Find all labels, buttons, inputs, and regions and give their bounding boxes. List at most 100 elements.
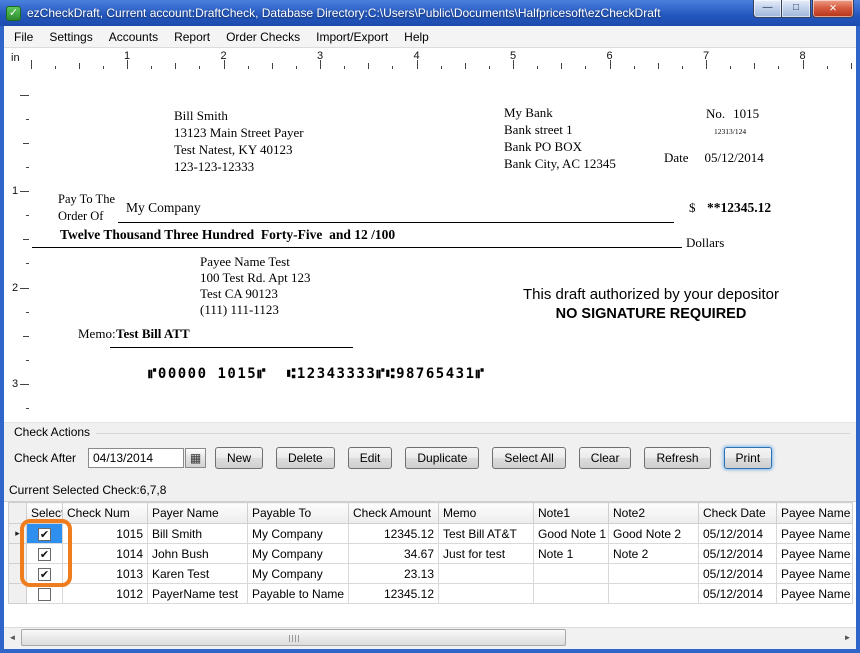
cell-payable-to[interactable]: My Company — [248, 544, 349, 564]
cell-payer-name[interactable]: PayerName test — [148, 584, 248, 604]
cell-payee-name[interactable]: Payee Name — [777, 564, 853, 584]
menu-file[interactable]: File — [6, 27, 41, 47]
ruler-tick — [392, 66, 393, 69]
duplicate-button[interactable]: Duplicate — [405, 447, 479, 469]
menu-help[interactable]: Help — [396, 27, 437, 47]
select-all-button[interactable]: Select All — [492, 447, 565, 469]
cell-check-amount[interactable]: 12345.12 — [349, 584, 439, 604]
row-checkbox-checked[interactable]: ✔ — [38, 548, 51, 561]
clear-button[interactable]: Clear — [579, 447, 632, 469]
cell-note2[interactable] — [609, 564, 699, 584]
cell-memo[interactable] — [439, 564, 534, 584]
cell-check-amount[interactable]: 23.13 — [349, 564, 439, 584]
cell-payee-name[interactable]: Payee Name — [777, 584, 853, 604]
select-cell[interactable] — [27, 584, 63, 604]
ruler-mark: 7 — [703, 50, 709, 62]
menu-order-checks[interactable]: Order Checks — [218, 27, 308, 47]
new-button[interactable]: New — [215, 447, 263, 469]
cell-note1[interactable] — [534, 564, 609, 584]
cell-payer-name[interactable]: Karen Test — [148, 564, 248, 584]
menu-settings[interactable]: Settings — [41, 27, 100, 47]
ruler-tick — [26, 215, 29, 216]
table-row[interactable]: ✔ 1014John BushMy Company34.67Just for te… — [9, 544, 853, 564]
cell-payable-to[interactable]: My Company — [248, 564, 349, 584]
authorization-block: This draft authorized by your depositor … — [488, 286, 814, 322]
ruler-tick — [634, 66, 635, 69]
cell-check-date[interactable]: 05/12/2014 — [699, 584, 777, 604]
cell-note2[interactable] — [609, 584, 699, 604]
ruler-mark: 2 — [221, 50, 227, 62]
scroll-thumb[interactable] — [21, 629, 566, 646]
cell-memo[interactable]: Test Bill AT&T — [439, 524, 534, 544]
edit-button[interactable]: Edit — [348, 447, 393, 469]
cell-payer-name[interactable]: John Bush — [148, 544, 248, 564]
select-cell[interactable]: ✔ — [27, 564, 63, 584]
micr-line: ⑈00000 1015⑈ ⑆12343333⑈⑆98765431⑈ — [148, 366, 485, 382]
scroll-right-arrow-icon[interactable]: ► — [839, 629, 856, 647]
col-header-payable-to[interactable]: Payable To — [248, 503, 349, 524]
horizontal-scrollbar[interactable]: ◄ ► — [4, 627, 856, 647]
row-checkbox-checked[interactable]: ✔ — [38, 528, 51, 541]
row-checkbox-checked[interactable]: ✔ — [38, 568, 51, 581]
ruler-tick — [20, 191, 29, 192]
cell-note2[interactable]: Note 2 — [609, 544, 699, 564]
cell-payable-to[interactable]: Payable to Name — [248, 584, 349, 604]
cell-check-date[interactable]: 05/12/2014 — [699, 564, 777, 584]
col-header-check-num[interactable]: Check Num — [63, 503, 148, 524]
ruler-tick — [103, 66, 104, 69]
check-after-input[interactable] — [88, 448, 184, 468]
col-header-payee-name[interactable]: Payee Name — [777, 503, 853, 524]
col-header-note1[interactable]: Note1 — [534, 503, 609, 524]
menu-accounts[interactable]: Accounts — [101, 27, 166, 47]
col-header-note2[interactable]: Note2 — [609, 503, 699, 524]
col-header-payer-name[interactable]: Payer Name — [148, 503, 248, 524]
cell-note1[interactable]: Note 1 — [534, 544, 609, 564]
ruler-tick — [26, 408, 29, 409]
cell-check-num[interactable]: 1012 — [63, 584, 148, 604]
cell-check-num[interactable]: 1015 — [63, 524, 148, 544]
ruler-tick — [26, 119, 29, 120]
delete-button[interactable]: Delete — [276, 447, 335, 469]
cell-check-num[interactable]: 1013 — [63, 564, 148, 584]
select-cell[interactable]: ✔ — [27, 544, 63, 564]
col-header-check-date[interactable]: Check Date — [699, 503, 777, 524]
minimize-button[interactable]: — — [753, 0, 782, 18]
table-row[interactable]: 1012PayerName testPayable to Name12345.1… — [9, 584, 853, 604]
close-button[interactable]: × — [812, 0, 854, 18]
memo-label: Memo: — [78, 326, 116, 342]
check-number: No. 1015 — [706, 106, 759, 122]
check-number-label: No. — [706, 106, 725, 122]
cell-note1[interactable] — [534, 584, 609, 604]
table-row[interactable]: ▸✔1015Bill SmithMy Company12345.12Test B… — [9, 524, 853, 544]
cell-note1[interactable]: Good Note 1 — [534, 524, 609, 544]
print-button[interactable]: Print — [724, 447, 773, 469]
cell-payable-to[interactable]: My Company — [248, 524, 349, 544]
cell-check-date[interactable]: 05/12/2014 — [699, 544, 777, 564]
col-header-check-amount[interactable]: Check Amount — [349, 503, 439, 524]
ruler-mark: 1 — [12, 185, 18, 197]
cell-memo[interactable] — [439, 584, 534, 604]
ruler-horizontal: in 12345678 — [4, 48, 856, 70]
select-cell[interactable]: ✔ — [27, 524, 63, 544]
cell-check-num[interactable]: 1014 — [63, 544, 148, 564]
menu-report[interactable]: Report — [166, 27, 218, 47]
col-header-memo[interactable]: Memo — [439, 503, 534, 524]
col-header-select[interactable]: Select — [27, 503, 63, 524]
cell-payee-name[interactable]: Payee Name — [777, 524, 853, 544]
scroll-left-arrow-icon[interactable]: ◄ — [4, 629, 21, 647]
refresh-button[interactable]: Refresh — [644, 447, 710, 469]
menu-import-export[interactable]: Import/Export — [308, 27, 396, 47]
row-checkbox-unchecked[interactable] — [38, 588, 51, 601]
cell-check-date[interactable]: 05/12/2014 — [699, 524, 777, 544]
cell-check-amount[interactable]: 34.67 — [349, 544, 439, 564]
cell-payee-name[interactable]: Payee Name — [777, 544, 853, 564]
maximize-button[interactable]: □ — [782, 0, 811, 18]
cell-check-amount[interactable]: 12345.12 — [349, 524, 439, 544]
cell-memo[interactable]: Just for test — [439, 544, 534, 564]
table-row[interactable]: ✔ 1013Karen TestMy Company23.13 05/12/2014… — [9, 564, 853, 584]
bank-address3: Bank City, AC 12345 — [504, 155, 616, 172]
ruler-tick — [26, 312, 29, 313]
cell-note2[interactable]: Good Note 2 — [609, 524, 699, 544]
cell-payer-name[interactable]: Bill Smith — [148, 524, 248, 544]
calendar-button[interactable]: ▦ — [185, 448, 206, 468]
